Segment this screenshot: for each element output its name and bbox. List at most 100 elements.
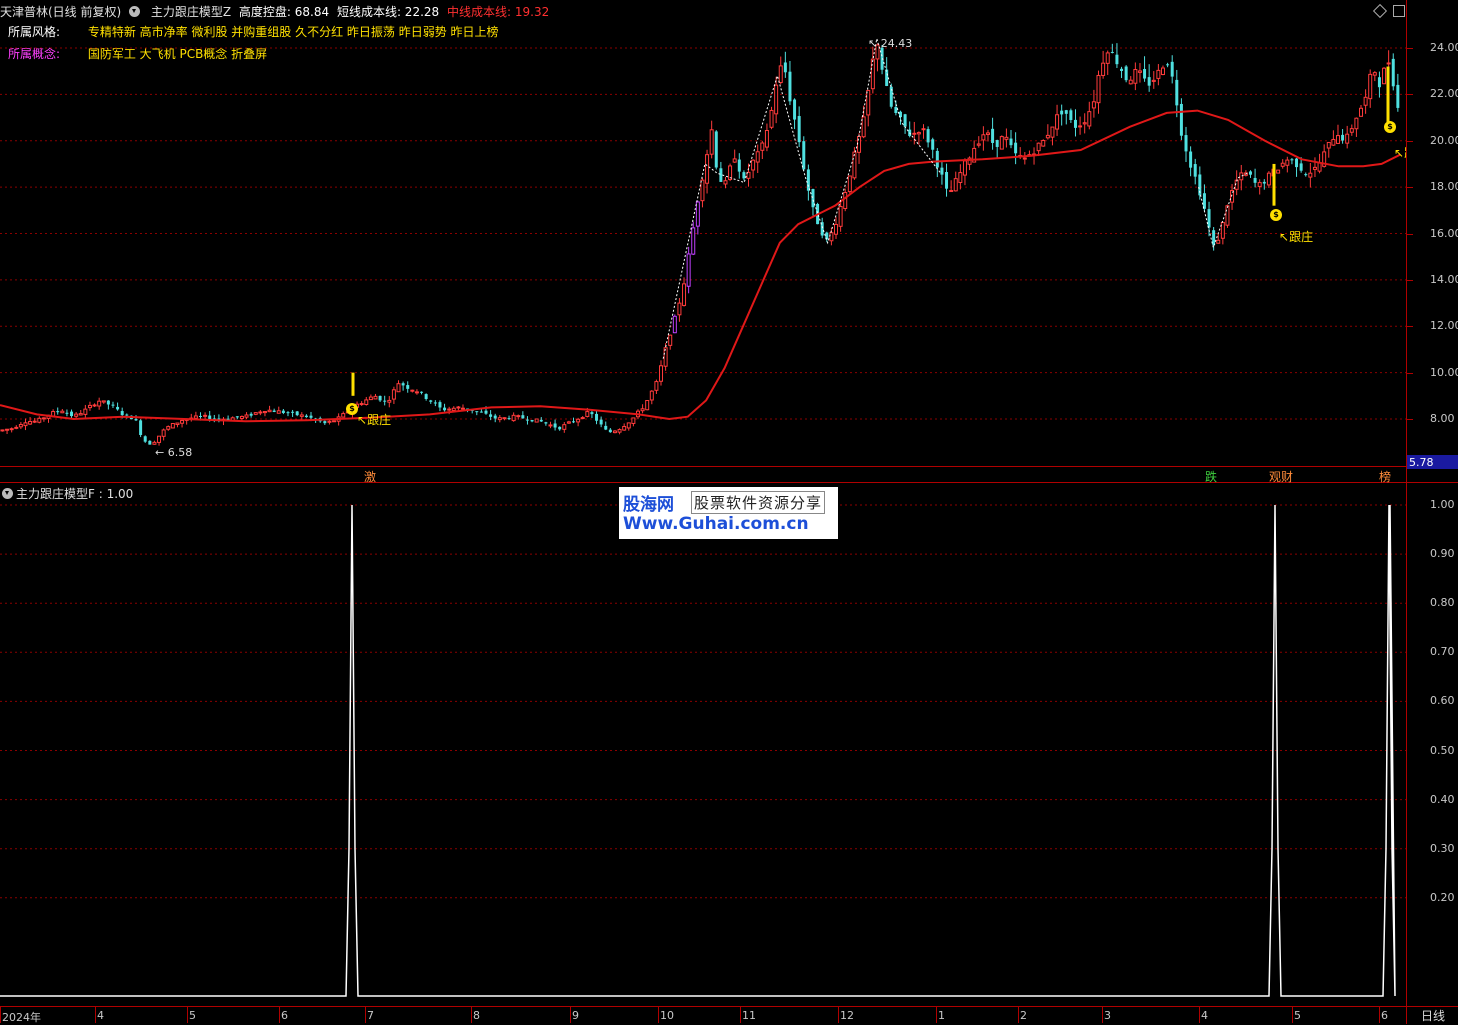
candle-body xyxy=(208,415,212,419)
x-tick-mark xyxy=(279,1007,280,1023)
x-tick-mark xyxy=(658,1007,659,1023)
x-tick-mark xyxy=(838,1007,839,1023)
candle-body xyxy=(1220,221,1225,239)
candle-body xyxy=(991,128,995,143)
candle-body xyxy=(1087,111,1092,127)
candle-body xyxy=(802,141,806,170)
candle-body xyxy=(976,143,981,146)
x-tick-label: 5 xyxy=(189,1009,196,1022)
candle-body xyxy=(1372,72,1377,76)
y-tick-label: 18.00 xyxy=(1430,180,1458,194)
candle-body xyxy=(981,134,986,141)
arrow-icon: ↖ xyxy=(1394,146,1405,160)
candle-body xyxy=(258,411,263,414)
y-tick-label: 16.00 xyxy=(1430,226,1458,240)
candle-body xyxy=(226,418,230,420)
candle-body xyxy=(1262,181,1266,184)
x-tick-label: 2024年 xyxy=(2,1011,41,1024)
candle-body xyxy=(387,399,392,403)
x-tick-mark xyxy=(365,1007,366,1023)
y-tick-mark xyxy=(1407,419,1413,420)
candle-body xyxy=(953,178,958,192)
candle-body xyxy=(672,315,677,334)
candle-body xyxy=(631,417,636,424)
candle-body xyxy=(626,422,631,429)
candle-body xyxy=(92,404,97,407)
follow-text-2: 跟庄 xyxy=(1289,230,1314,244)
x-tick-mark xyxy=(0,1007,1,1023)
y-tick-mark xyxy=(1407,233,1413,235)
candle-body xyxy=(378,395,382,401)
candle-body xyxy=(327,420,332,423)
candle-body xyxy=(714,131,718,168)
candle-body xyxy=(97,400,102,407)
ribbon-tag-text: 跌 xyxy=(1205,470,1218,484)
candle-body xyxy=(558,426,562,430)
follow-label-1: ↖跟庄 xyxy=(357,411,391,428)
low-value: 6.58 xyxy=(167,446,193,459)
candle-body xyxy=(1248,171,1252,175)
candle-body xyxy=(1069,110,1073,121)
candle-body xyxy=(580,417,585,420)
candle-body xyxy=(120,411,124,416)
candle-body xyxy=(406,385,410,389)
ribbon-tag-4[interactable]: 榜 xyxy=(1379,468,1391,485)
ribbon-tag-3[interactable]: 观财 xyxy=(1269,468,1293,485)
candle-body xyxy=(916,132,921,135)
candle-body xyxy=(751,159,756,171)
candle-body xyxy=(530,419,534,422)
candle-body xyxy=(396,383,401,393)
candle-body xyxy=(1073,119,1077,128)
candle-body xyxy=(420,391,424,393)
x-tick-label: 4 xyxy=(1201,1009,1208,1022)
candle-body xyxy=(612,430,617,434)
y-tick-label: 0.70 xyxy=(1430,645,1455,659)
candle-body xyxy=(1175,79,1179,106)
candle-body xyxy=(1078,125,1083,128)
ribbon-tag-2[interactable]: 跌 xyxy=(1205,468,1217,485)
follow-marker-2: $ xyxy=(1270,209,1282,221)
candle-body xyxy=(1396,84,1400,108)
dropdown-icon[interactable] xyxy=(2,488,13,499)
x-tick-label: 4 xyxy=(97,1009,104,1022)
x-tick-label: 1 xyxy=(938,1009,945,1022)
candle-body xyxy=(83,408,88,415)
candle-body xyxy=(1341,134,1345,141)
candle-body xyxy=(525,419,529,421)
y-tick-label: 0.50 xyxy=(1430,743,1455,757)
trend-connector xyxy=(662,38,942,359)
candle-body xyxy=(101,400,106,403)
candle-body xyxy=(1137,70,1142,73)
y-tick-mark xyxy=(1407,372,1413,374)
candle-body xyxy=(502,417,507,420)
candle-body xyxy=(414,391,419,394)
x-tick-label: 5 xyxy=(1294,1009,1301,1022)
candle-body xyxy=(709,129,714,155)
ribbon-tag-text: 榜 xyxy=(1379,470,1392,484)
candle-body xyxy=(65,412,69,414)
ribbon-tag-1[interactable]: 激 xyxy=(364,468,376,485)
x-tick-mark xyxy=(1018,1007,1019,1023)
candle-body xyxy=(286,412,290,414)
candle-body xyxy=(516,415,521,418)
candle-body xyxy=(866,89,871,116)
candle-body xyxy=(262,410,267,414)
candle-body xyxy=(682,283,687,306)
sub-title: 主力跟庄模型F : 1.00 xyxy=(16,487,134,501)
candle-body xyxy=(1253,177,1257,183)
candle-body xyxy=(106,400,110,405)
x-tick-mark xyxy=(936,1007,937,1023)
candle-body xyxy=(429,400,433,402)
candle-body xyxy=(572,421,576,423)
candle-body xyxy=(1386,62,1391,65)
candle-body xyxy=(1312,166,1317,170)
signal-bar xyxy=(1272,163,1276,206)
candle-body xyxy=(368,396,373,401)
candle-body xyxy=(5,428,10,431)
candle-body xyxy=(332,420,337,423)
candle-body xyxy=(608,429,612,433)
mid-cost-line xyxy=(0,38,1401,423)
candle-body xyxy=(1257,182,1262,187)
candle-body xyxy=(562,424,567,430)
period-button[interactable]: 日线 xyxy=(1408,1007,1458,1023)
